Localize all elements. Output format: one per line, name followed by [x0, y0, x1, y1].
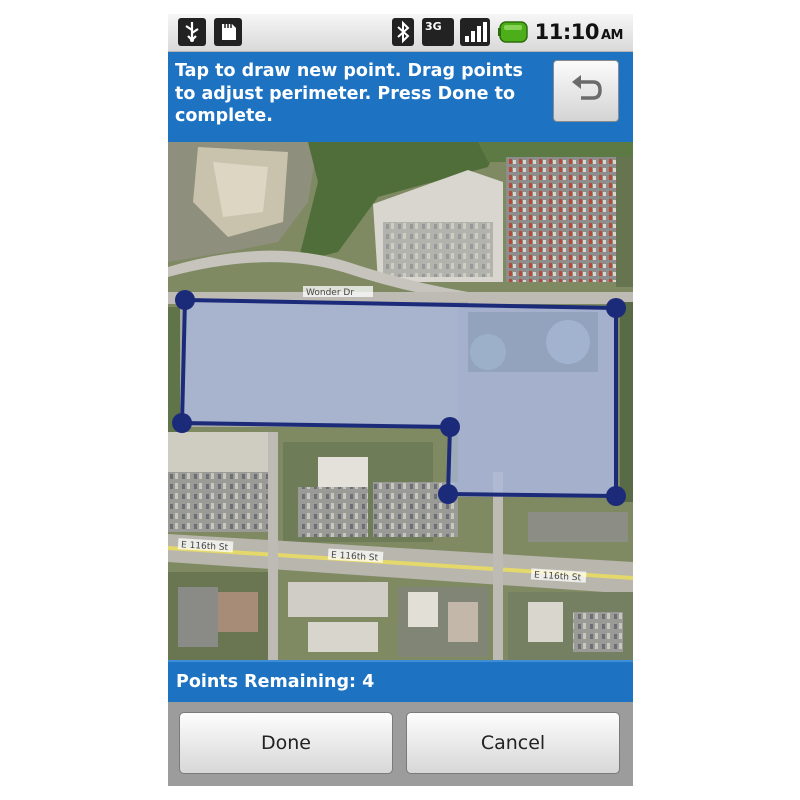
done-button[interactable]: Done: [179, 712, 393, 774]
instruction-text: Tap to draw new point. Drag points to ad…: [175, 61, 523, 126]
perimeter-point[interactable]: [606, 486, 626, 506]
instruction-banner: Tap to draw new point. Drag points to ad…: [168, 52, 633, 144]
phone-screen: 3G 11:10 AM Tap to draw new point. Drag p…: [168, 14, 633, 786]
battery-icon: [498, 21, 530, 47]
sd-card-icon: [214, 18, 242, 50]
status-bar: 3G 11:10 AM: [168, 14, 633, 52]
road-label: Wonder Dr: [306, 288, 354, 298]
perimeter-point[interactable]: [175, 290, 195, 310]
points-remaining-bar: Points Remaining: 4: [168, 660, 633, 704]
clock-time: 11:10: [534, 20, 600, 44]
bluetooth-icon: [392, 18, 414, 50]
perimeter-point[interactable]: [440, 417, 460, 437]
cancel-button[interactable]: Cancel: [406, 712, 620, 774]
points-remaining-text: Points Remaining: 4: [176, 672, 375, 692]
perimeter-point[interactable]: [438, 484, 458, 504]
signal-icon: [460, 18, 490, 50]
perimeter-point[interactable]: [172, 413, 192, 433]
perimeter-point[interactable]: [606, 298, 626, 318]
undo-arrow-icon: [569, 74, 603, 108]
undo-button[interactable]: [553, 60, 619, 122]
usb-icon: [178, 18, 206, 50]
button-bar: Done Cancel: [168, 702, 633, 786]
network-3g-label: 3G: [425, 20, 442, 33]
satellite-map[interactable]: Wonder Dr E 116th St E 116th St E 116th …: [168, 142, 633, 660]
clock-ampm: AM: [601, 28, 624, 43]
clock: 11:10 AM: [534, 20, 624, 44]
